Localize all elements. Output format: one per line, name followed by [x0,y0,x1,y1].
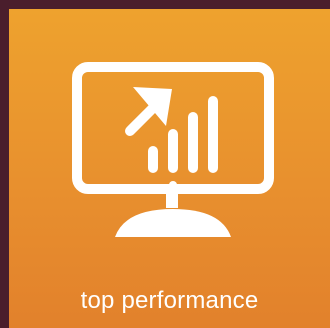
feature-tile[interactable]: top performance [9,9,330,328]
monitor-growth-chart-icon [9,9,330,249]
tile-caption: top performance [80,287,259,314]
